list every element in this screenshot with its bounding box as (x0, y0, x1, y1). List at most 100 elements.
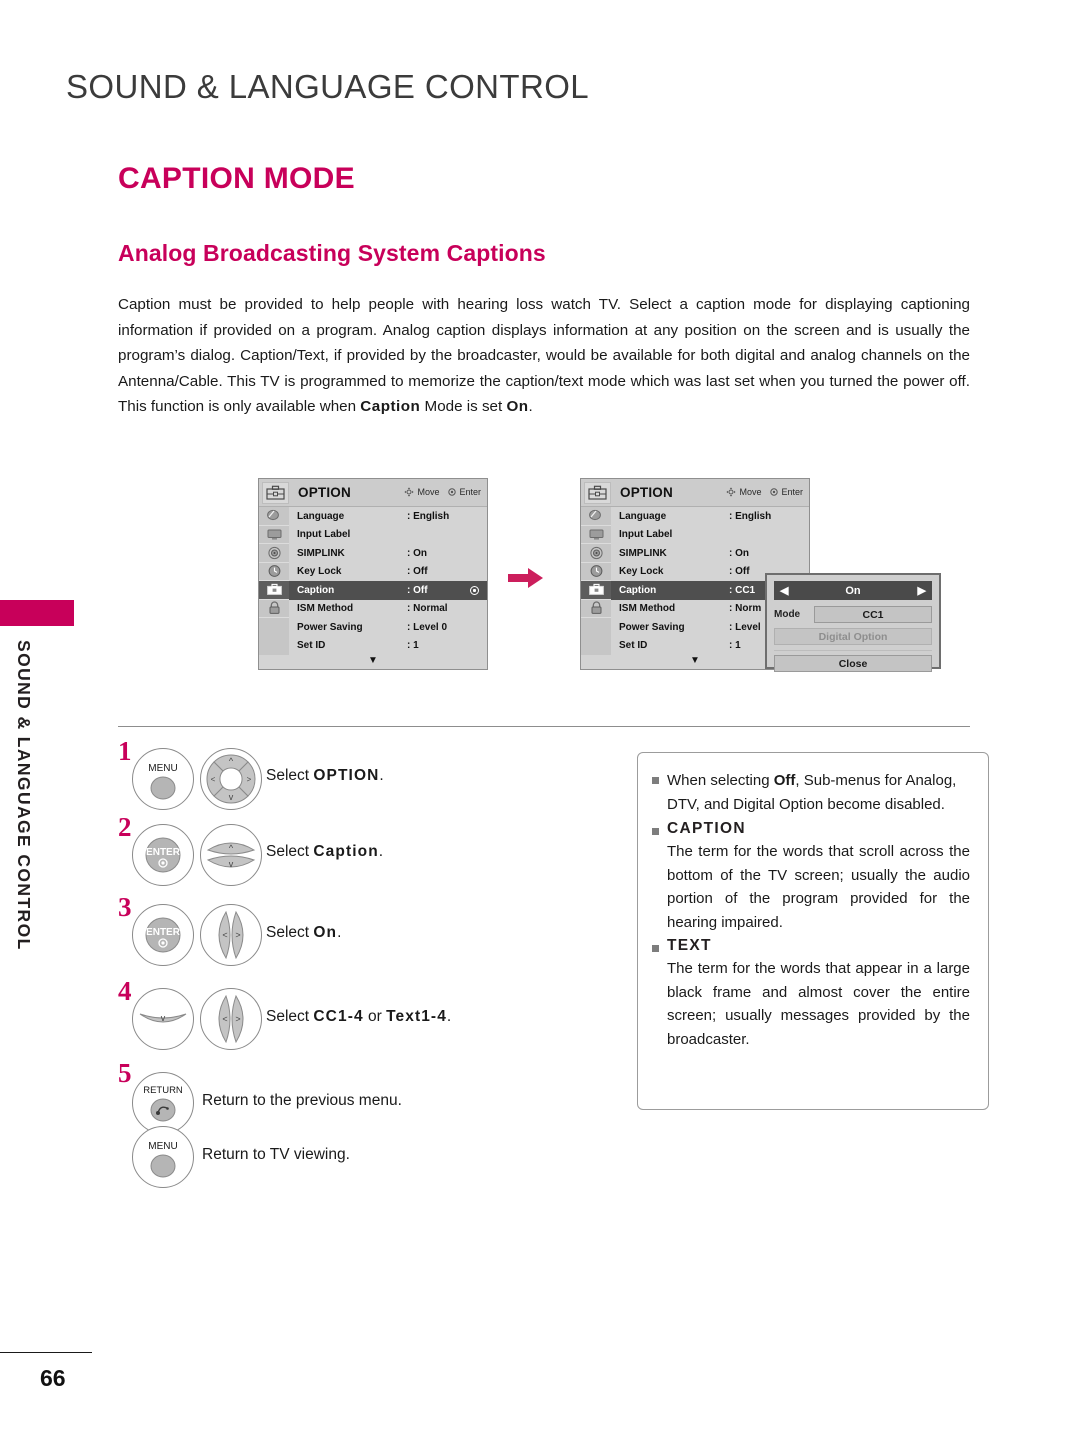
osd-row-label: SIMPLINK (619, 547, 667, 559)
side-tab: SOUND & LANGUAGE CONTROL (0, 0, 86, 1439)
step-3-text-post: . (337, 924, 342, 941)
rail-picture-icon[interactable] (581, 507, 611, 526)
info-text-body: The term for the words that appear in a … (667, 960, 970, 1048)
dpad-updown-2[interactable]: ^ v (200, 824, 262, 886)
hint-move: Move (404, 487, 439, 497)
dpad-leftright-3[interactable]: < > (200, 904, 262, 966)
page-title: CAPTION MODE (118, 162, 355, 195)
osd-row-key-lock[interactable]: Key Lock: Off (289, 563, 487, 582)
osd-scroll-indicator[interactable]: ▼ (259, 655, 487, 669)
info-caption-heading: CAPTION (667, 820, 746, 837)
osd-category-rail (259, 507, 289, 655)
rail-clock-icon[interactable] (259, 563, 289, 581)
arrow-right-icon[interactable]: ▶ (918, 584, 926, 597)
osd-row-list: Language: English Input Label SIMPLINK: On… (289, 507, 487, 655)
dpad-leftright-4[interactable]: < > (200, 988, 262, 1050)
caption-onoff-selector[interactable]: ◀ On ▶ (774, 581, 932, 600)
rail-picture-icon[interactable] (259, 507, 289, 526)
intro-text-part1: Caption must be provided to help people … (118, 296, 970, 415)
step-4-text-pre: Select (266, 1008, 314, 1025)
step-2-text-post: . (378, 843, 384, 860)
hint-move-label: Move (739, 487, 762, 497)
option-toolbox-icon (584, 481, 611, 504)
osd-row-value: : Off (407, 566, 428, 578)
dpad-4way-1[interactable]: ^ v < > (200, 748, 262, 810)
osd-row-language[interactable]: Language: English (289, 507, 487, 526)
section-divider (118, 726, 970, 727)
osd-row-input-label[interactable]: Input Label (611, 526, 809, 545)
bullet-square-icon (652, 828, 659, 835)
intro-text-part3: . (528, 398, 533, 415)
osd-row-label: Caption (619, 584, 657, 596)
popup-close-button[interactable]: Close (774, 655, 932, 672)
info-text-heading: TEXT (667, 937, 712, 954)
intro-bold-on: On (506, 398, 529, 415)
rail-sound-icon[interactable] (581, 544, 611, 563)
osd-row-language[interactable]: Language: English (611, 507, 809, 526)
popup-separator (774, 650, 932, 651)
flow-arrow-icon (508, 567, 544, 594)
menu-button-return[interactable]: MENU (132, 1126, 194, 1188)
rail-lock-icon[interactable] (581, 600, 611, 618)
osd-row-set-id[interactable]: Set ID: 1 (289, 637, 487, 656)
caption-mode-value-button[interactable]: CC1 (814, 606, 932, 623)
svg-text:<: < (222, 1014, 227, 1024)
menu-button-1[interactable]: MENU (132, 748, 194, 810)
svg-text:v: v (229, 792, 234, 802)
osd-scroll-down-icon: ▼ (690, 655, 700, 666)
dpad-down-4[interactable]: v (132, 988, 194, 1050)
hint-enter-label: Enter (459, 487, 481, 497)
step-4-text-bold: CC1-4 (313, 1008, 364, 1025)
return-button-5[interactable]: RETURN (132, 1072, 194, 1134)
osd-body: Language: English Input Label SIMPLINK: On… (259, 507, 487, 655)
hint-enter-label: Enter (781, 487, 803, 497)
svg-text:MENU: MENU (148, 1141, 177, 1152)
step-1-text-post: . (379, 767, 384, 784)
osd-row-simplink[interactable]: SIMPLINK: On (289, 544, 487, 563)
osd-row-value: : Off (407, 584, 428, 596)
rail-lock-icon[interactable] (259, 600, 289, 618)
info-off-bold: Off (773, 772, 796, 789)
rail-clock-icon[interactable] (581, 563, 611, 581)
svg-text:>: > (235, 930, 240, 940)
osd-row-value: : On (407, 547, 427, 559)
osd-row-value: : Norm (729, 603, 762, 615)
caption-mode-label: Mode (774, 609, 801, 620)
step-menu-return-text: Return to TV viewing. (202, 1146, 350, 1163)
dpad-icon (726, 487, 737, 497)
osd-row-power-saving[interactable]: Power Saving: Level 0 (289, 618, 487, 637)
step-2-text-pre: Select (266, 843, 314, 860)
enter-dot-icon (448, 488, 457, 496)
osd-row-value: : English (729, 510, 772, 522)
hint-enter: Enter (448, 487, 481, 497)
osd-row-value: : Normal (407, 603, 448, 615)
subsection-title: Analog Broadcasting System Captions (118, 240, 546, 266)
hint-enter: Enter (770, 487, 803, 497)
hint-move-label: Move (417, 487, 440, 497)
step-1-text: Select OPTION. (266, 767, 384, 785)
caption-popup-dialog: ◀ On ▶ Mode CC1 Digital Option Close (765, 573, 941, 672)
osd-row-input-label[interactable]: Input Label (289, 526, 487, 545)
step-4-text-bold2: Text1-4 (386, 1008, 447, 1025)
intro-paragraph: Caption must be provided to help people … (118, 292, 970, 420)
rail-sound-icon[interactable] (259, 544, 289, 563)
osd-row-label: Set ID (619, 640, 648, 652)
rail-option-icon[interactable] (581, 581, 611, 600)
rail-monitor-icon[interactable] (581, 526, 611, 544)
step-4-text-post: . (446, 1008, 452, 1025)
osd-row-value: : On (729, 547, 749, 559)
osd-row-simplink[interactable]: SIMPLINK : On (611, 544, 809, 563)
rail-monitor-icon[interactable] (259, 526, 289, 544)
arrow-left-icon[interactable]: ◀ (780, 584, 788, 597)
osd-row-caption[interactable]: Caption: Off (289, 581, 487, 600)
osd-row-ism-method[interactable]: ISM Method: Normal (289, 600, 487, 619)
osd-row-value: : CC1 (729, 584, 756, 596)
enter-button-2[interactable]: ENTER (132, 824, 194, 886)
enter-button-3[interactable]: ENTER (132, 904, 194, 966)
step-4-text-mid: or (363, 1008, 387, 1025)
side-tab-accent-block (0, 600, 74, 626)
rail-option-icon[interactable] (259, 581, 289, 600)
digital-option-button[interactable]: Digital Option (774, 628, 932, 645)
osd-row-label: Power Saving (297, 621, 363, 633)
caption-mode-row: Mode CC1 (774, 606, 932, 623)
